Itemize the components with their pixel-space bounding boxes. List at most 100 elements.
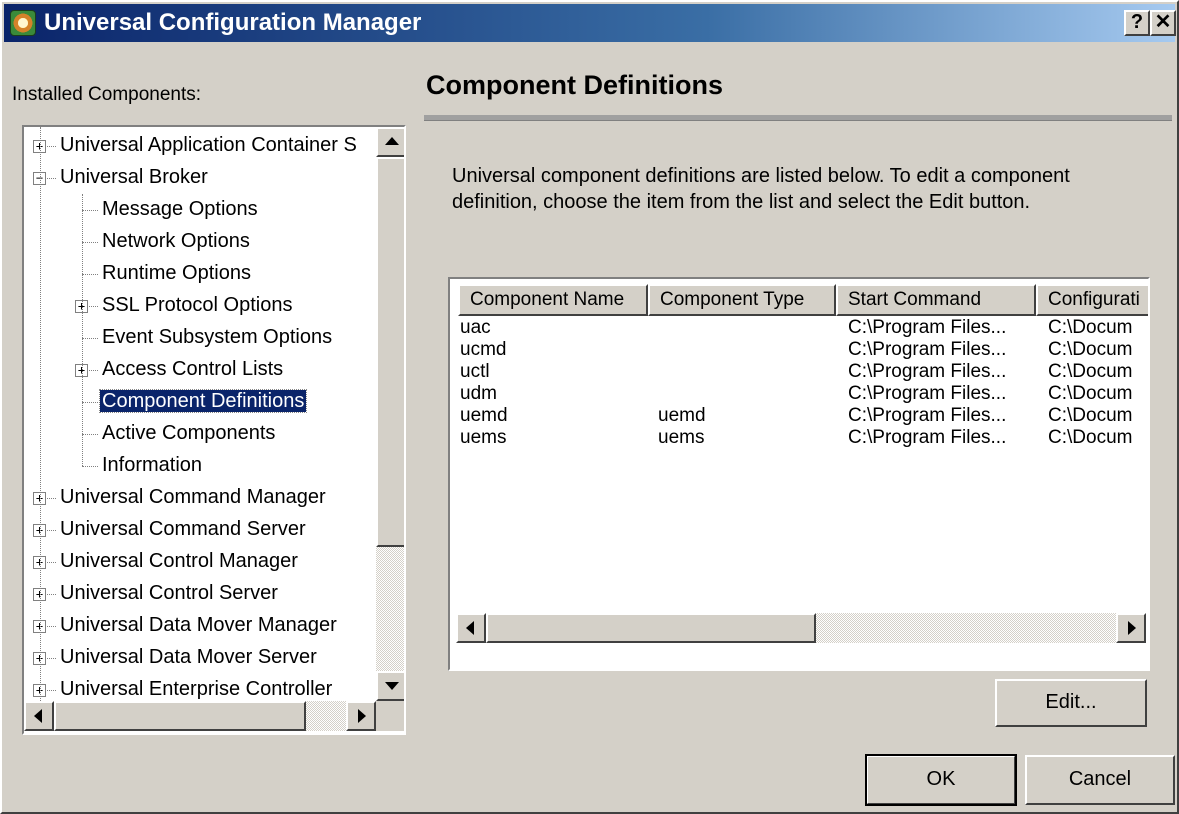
list-hscroll-thumb[interactable] bbox=[486, 613, 816, 643]
list-body: uac C:\Program Files... C:\Docum ucmd C:\Pro… bbox=[458, 317, 1148, 607]
list-cell: uemd bbox=[460, 405, 508, 426]
arrow-right-icon bbox=[1128, 621, 1136, 635]
list-cell: C:\Program Files... bbox=[848, 383, 1007, 404]
heading-divider bbox=[424, 115, 1172, 121]
tree-item-label: Universal Command Manager bbox=[60, 486, 326, 508]
tree-item[interactable]: Active Components bbox=[100, 418, 277, 450]
scroll-up-button[interactable] bbox=[376, 127, 404, 157]
list-row[interactable]: uemd uemd C:\Program Files... C:\Docum bbox=[458, 405, 1148, 427]
ok-button[interactable]: OK bbox=[865, 754, 1017, 806]
list-cell: C:\Docum bbox=[1048, 383, 1133, 404]
scroll-right-button[interactable] bbox=[346, 701, 376, 731]
arrow-left-icon bbox=[34, 709, 42, 723]
scrollbar-corner bbox=[376, 701, 404, 731]
tree-item[interactable]: Information bbox=[100, 450, 204, 482]
list-row[interactable]: udm C:\Program Files... C:\Docum bbox=[458, 383, 1148, 405]
tree-item-label: Universal Data Mover Manager bbox=[60, 614, 337, 636]
list-cell: C:\Docum bbox=[1048, 339, 1133, 360]
tree-item[interactable]: Universal Command Manager bbox=[58, 482, 328, 514]
edit-button[interactable]: Edit... bbox=[995, 679, 1147, 727]
tree-item-label: Network Options bbox=[102, 230, 250, 252]
column-header-configuration[interactable]: Configurati bbox=[1036, 284, 1148, 316]
tree-connector bbox=[82, 466, 98, 467]
tree-item-label: Information bbox=[102, 454, 203, 476]
list-cell: uac bbox=[460, 317, 491, 338]
list-cell: C:\Docum bbox=[1048, 361, 1133, 382]
scroll-down-button[interactable] bbox=[376, 671, 404, 701]
arrow-down-icon bbox=[385, 682, 399, 690]
tree-item-label: Runtime Options bbox=[102, 262, 251, 284]
installed-components-label: Installed Components: bbox=[12, 84, 202, 105]
tree-connector bbox=[82, 210, 98, 211]
tree-item[interactable]: Universal Application Container S bbox=[58, 130, 359, 162]
tree-item[interactable]: Message Options bbox=[100, 194, 260, 226]
tree-connector bbox=[40, 127, 41, 701]
tree-item-label: Component Definitions bbox=[98, 389, 308, 413]
list-cell: C:\Program Files... bbox=[848, 361, 1007, 382]
tree-item[interactable]: Component Definitions bbox=[98, 386, 308, 418]
tree-item[interactable]: Universal Control Manager bbox=[58, 546, 300, 578]
tree-connector bbox=[82, 194, 83, 466]
tree-item[interactable]: Universal Broker bbox=[58, 162, 210, 194]
list-row[interactable]: uems uems C:\Program Files... C:\Docum bbox=[458, 427, 1148, 449]
close-button[interactable]: ✕ bbox=[1150, 10, 1176, 36]
tree-hscroll-thumb[interactable] bbox=[54, 701, 306, 731]
list-row[interactable]: uac C:\Program Files... C:\Docum bbox=[458, 317, 1148, 339]
tree-item[interactable]: Event Subsystem Options bbox=[100, 322, 334, 354]
tree-item[interactable]: Universal Control Server bbox=[58, 578, 280, 610]
tree-item[interactable]: Universal Enterprise Controller bbox=[58, 674, 334, 701]
arrow-up-icon bbox=[385, 137, 399, 145]
tree-item-label: SSL Protocol Options bbox=[102, 294, 293, 316]
tree-item-label: Access Control Lists bbox=[102, 358, 284, 380]
tree-connector bbox=[82, 274, 98, 275]
tree-item[interactable]: Runtime Options bbox=[100, 258, 253, 290]
tree-item[interactable]: SSL Protocol Options bbox=[100, 290, 294, 322]
tree-horizontal-scrollbar[interactable] bbox=[24, 701, 376, 731]
list-scroll-left-button[interactable] bbox=[456, 613, 486, 643]
tree-connector bbox=[82, 434, 98, 435]
tree-connector bbox=[82, 242, 98, 243]
window-title: Universal Configuration Manager bbox=[44, 9, 422, 36]
list-cell: uems bbox=[460, 427, 507, 448]
component-tree[interactable]: Universal Application Container S + Univer… bbox=[22, 125, 406, 735]
tree-vertical-scrollbar[interactable] bbox=[376, 127, 404, 701]
arrow-left-icon bbox=[466, 621, 474, 635]
cancel-button[interactable]: Cancel bbox=[1025, 755, 1175, 805]
list-cell: ucmd bbox=[460, 339, 507, 360]
list-row[interactable]: uctl C:\Program Files... C:\Docum bbox=[458, 361, 1148, 383]
tree-item-label: Universal Control Server bbox=[60, 582, 278, 604]
app-icon bbox=[10, 10, 36, 36]
tree-item[interactable]: Universal Command Server bbox=[58, 514, 308, 546]
tree-item-label: Event Subsystem Options bbox=[102, 326, 333, 348]
list-cell: udm bbox=[460, 383, 497, 404]
tree-connector bbox=[82, 338, 98, 339]
tree-item-label: Active Components bbox=[102, 422, 276, 444]
tree-item[interactable]: Universal Data Mover Server bbox=[58, 642, 319, 674]
tree-item[interactable]: Universal Data Mover Manager bbox=[58, 610, 339, 642]
help-button[interactable]: ? bbox=[1124, 10, 1150, 36]
description-text: Universal component definitions are list… bbox=[452, 165, 1070, 213]
tree-item[interactable]: Network Options bbox=[100, 226, 252, 258]
list-horizontal-scrollbar[interactable] bbox=[456, 613, 1146, 643]
tree-item-label: Universal Broker bbox=[60, 166, 208, 188]
column-header-start-command[interactable]: Start Command bbox=[836, 284, 1036, 316]
list-row[interactable]: ucmd C:\Program Files... C:\Docum bbox=[458, 339, 1148, 361]
tree-scroll-thumb[interactable] bbox=[376, 157, 404, 547]
page-title: Component Definitions bbox=[426, 70, 723, 100]
list-header: Component Name Component Type Start Comm… bbox=[458, 284, 1148, 316]
tree-item[interactable]: Access Control Lists bbox=[100, 354, 285, 386]
tree-item-label: Universal Application Container S bbox=[60, 134, 357, 156]
column-header-component-type[interactable]: Component Type bbox=[648, 284, 836, 316]
scroll-left-button[interactable] bbox=[24, 701, 54, 731]
arrow-right-icon bbox=[358, 709, 366, 723]
title-bar[interactable]: Universal Configuration Manager ? ✕ bbox=[4, 4, 1176, 42]
component-list[interactable]: Component Name Component Type Start Comm… bbox=[448, 277, 1150, 671]
list-scroll-right-button[interactable] bbox=[1116, 613, 1146, 643]
list-cell: uemd bbox=[658, 405, 706, 426]
list-cell: C:\Program Files... bbox=[848, 317, 1007, 338]
column-header-component-name[interactable]: Component Name bbox=[458, 284, 648, 316]
tree-item-label: Universal Control Manager bbox=[60, 550, 298, 572]
list-cell: C:\Program Files... bbox=[848, 405, 1007, 426]
tree-item-label: Message Options bbox=[102, 198, 258, 220]
tree-item-label: Universal Command Server bbox=[60, 518, 306, 540]
